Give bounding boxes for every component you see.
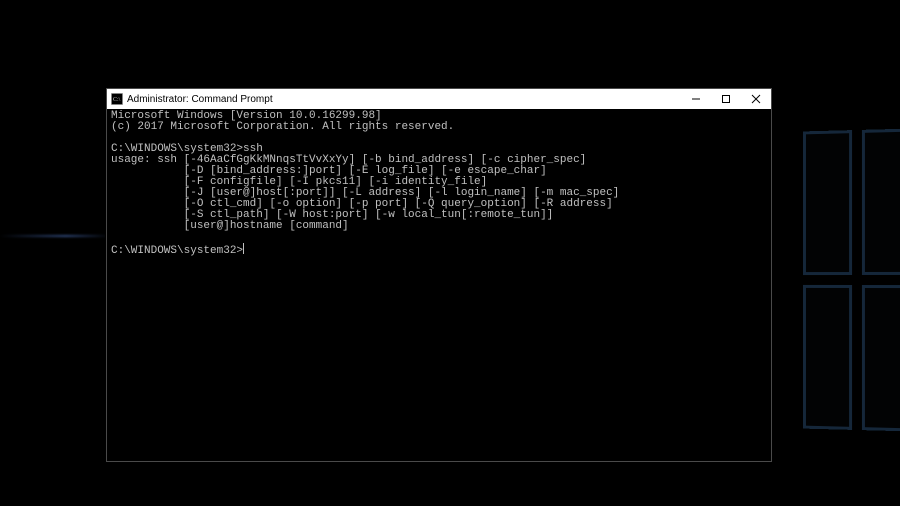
command-prompt-window: C:\ Administrator: Command Prompt Micros…: [106, 88, 772, 462]
minimize-button[interactable]: [681, 89, 711, 109]
svg-text:C:\: C:\: [113, 97, 121, 103]
window-title: Administrator: Command Prompt: [127, 94, 273, 105]
cmd-icon: C:\: [111, 93, 123, 105]
terminal-output[interactable]: Microsoft Windows [Version 10.0.16299.98…: [107, 109, 771, 461]
titlebar[interactable]: C:\ Administrator: Command Prompt: [107, 89, 771, 109]
background-glow: [0, 235, 110, 237]
windows-logo-background: [803, 129, 900, 432]
maximize-button[interactable]: [711, 89, 741, 109]
cursor: [243, 243, 244, 254]
terminal-text: Microsoft Windows [Version 10.0.16299.98…: [111, 110, 619, 257]
close-button[interactable]: [741, 89, 771, 109]
